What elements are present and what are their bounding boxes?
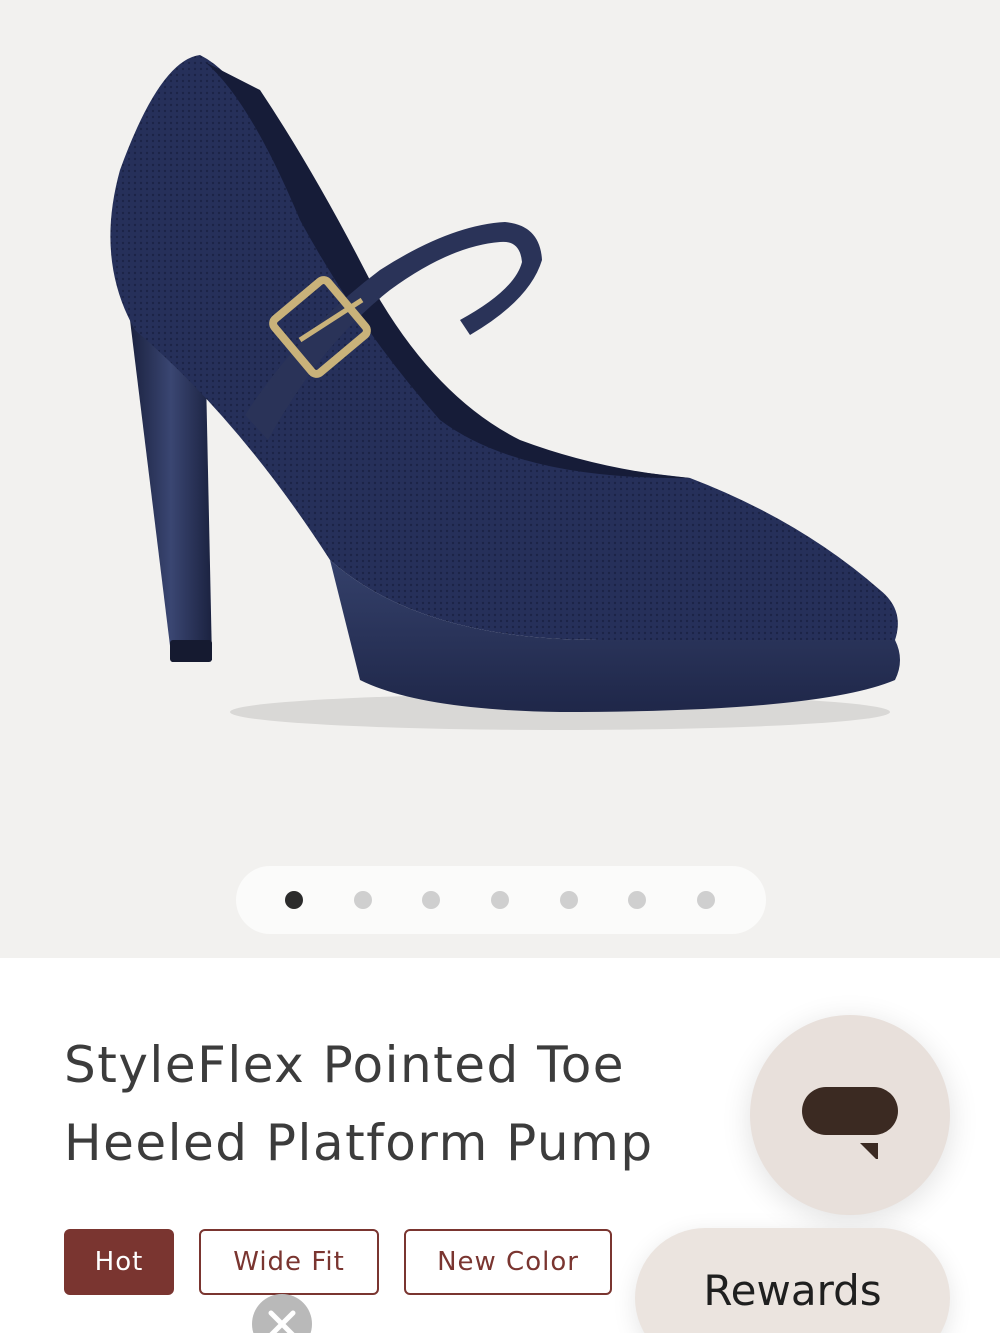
product-title: StyleFlex Pointed Toe Heeled Platform Pu…	[64, 1026, 704, 1182]
pager-dot-2[interactable]	[354, 891, 372, 909]
pager-dot-1[interactable]	[285, 891, 303, 909]
product-title-line-1: StyleFlex Pointed Toe	[64, 1036, 626, 1094]
chat-bubble-icon	[802, 1087, 898, 1159]
product-gallery[interactable]	[0, 0, 1000, 958]
pager-dot-5[interactable]	[560, 891, 578, 909]
pager-dot-3[interactable]	[422, 891, 440, 909]
chat-button[interactable]	[750, 1015, 950, 1215]
image-pager	[236, 866, 766, 934]
pager-dot-4[interactable]	[491, 891, 509, 909]
close-button[interactable]	[252, 1294, 312, 1333]
pager-dot-7[interactable]	[697, 891, 715, 909]
close-icon	[268, 1310, 296, 1333]
new-color-tag: New Color	[404, 1229, 612, 1295]
rewards-button[interactable]: Rewards	[635, 1228, 950, 1333]
product-title-line-2: Heeled Platform Pump	[64, 1114, 654, 1172]
pager-dot-6[interactable]	[628, 891, 646, 909]
hot-tag: Hot	[64, 1229, 174, 1295]
wide-fit-tag: Wide Fit	[199, 1229, 379, 1295]
product-image[interactable]	[0, 0, 1000, 958]
rewards-label: Rewards	[703, 1266, 882, 1315]
